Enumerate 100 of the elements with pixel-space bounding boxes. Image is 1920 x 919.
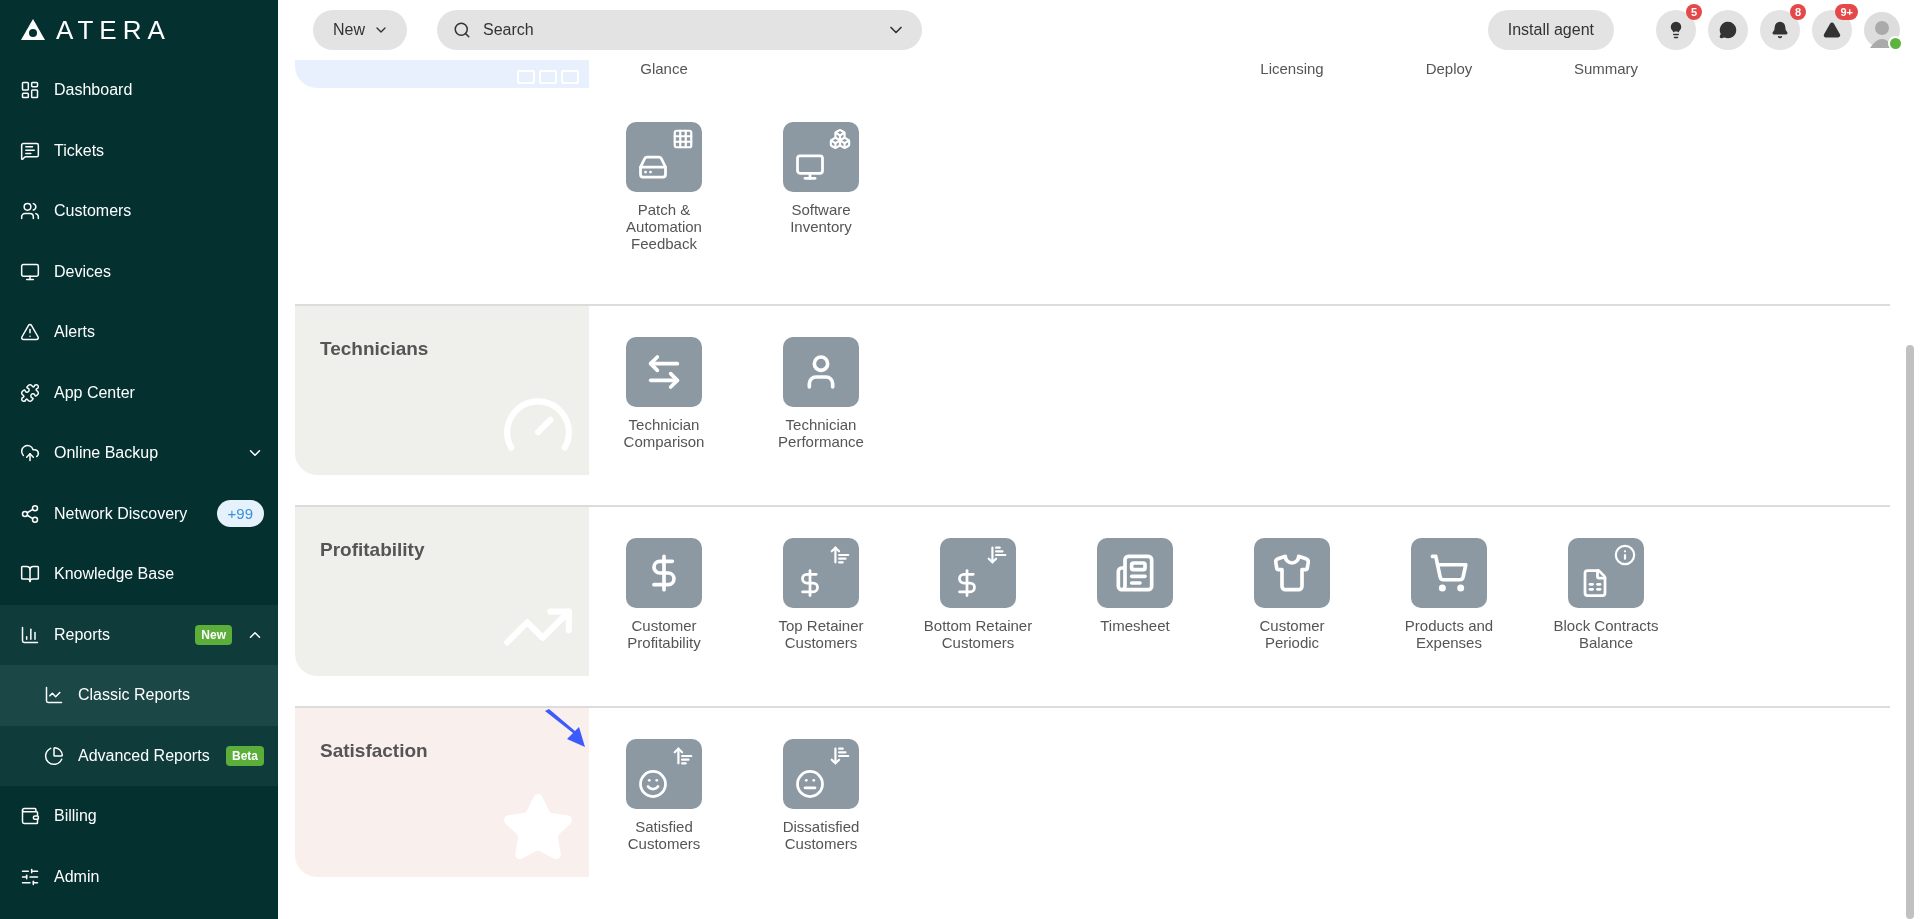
chat-button[interactable] xyxy=(1708,10,1748,50)
report-label: Glance xyxy=(640,60,688,77)
count-badge: +99 xyxy=(216,500,264,528)
user-avatar[interactable] xyxy=(1864,12,1900,48)
sidebar-label: Online Backup xyxy=(54,444,160,463)
report-tile[interactable]: Software Inventory xyxy=(746,122,896,252)
sidebar-item[interactable]: Devices xyxy=(0,241,278,302)
spreadsheet-icon xyxy=(1568,538,1644,608)
report-label: Customer Periodic xyxy=(1258,617,1326,651)
arrows-icon xyxy=(626,337,702,407)
sidebar-item[interactable]: Advanced Reports Beta xyxy=(0,725,278,786)
warning-icon xyxy=(20,322,40,343)
sidebar-item[interactable]: Knowledge Base xyxy=(0,544,278,605)
chat-icon xyxy=(1719,21,1737,39)
shirt-icon xyxy=(1254,538,1330,608)
scrollbar-thumb[interactable] xyxy=(1906,345,1914,919)
smiley-sort-up-icon xyxy=(626,739,702,809)
sidebar-label: Advanced Reports xyxy=(78,746,211,765)
sidebar-item[interactable]: Admin xyxy=(0,846,278,907)
warning-icon xyxy=(1823,21,1841,39)
sidebar-item[interactable]: Network Discovery +99 xyxy=(0,483,278,544)
cart-icon xyxy=(1411,538,1487,608)
sidebar-label: Customers xyxy=(54,202,133,221)
search-field[interactable]: Search xyxy=(437,10,922,50)
report-tile[interactable]: Technician Comparison xyxy=(589,337,739,450)
sheet-icon xyxy=(1097,538,1173,608)
person-icon xyxy=(783,337,859,407)
sidebar-label: Dashboard xyxy=(54,81,134,100)
report-tile[interactable]: Technician Performance xyxy=(746,337,896,450)
report-tile[interactable]: Bottom Retainer Customers xyxy=(903,538,1053,651)
hard-drive-icon xyxy=(626,122,702,192)
sidebar-item[interactable]: Customers xyxy=(0,181,278,242)
users-icon xyxy=(20,201,40,222)
puzzle-icon xyxy=(20,382,40,403)
sidebar-item[interactable]: Billing xyxy=(0,786,278,847)
bell-button[interactable] xyxy=(1760,10,1800,50)
count-badge: 9+ xyxy=(1835,4,1858,20)
report-label: Customer Profitability xyxy=(626,617,702,651)
sidebar-label: Network Discovery xyxy=(54,504,189,523)
sidebar-label: App Center xyxy=(54,383,136,402)
sidebar-item[interactable]: Online Backup xyxy=(0,423,278,484)
report-label: Deploy xyxy=(1425,60,1473,77)
sidebar-label: Tickets xyxy=(54,141,106,160)
monitor-icon xyxy=(783,122,859,192)
category-title: Satisfaction xyxy=(320,740,429,762)
logo-text: ATERA xyxy=(56,14,171,46)
sidebar-label: Reports xyxy=(54,625,112,644)
report-label: Software Inventory xyxy=(789,201,853,235)
category-title: Technicians xyxy=(320,338,430,360)
report-label: Bottom Retainer Customers xyxy=(922,617,1034,651)
report-label: Top Retainer Customers xyxy=(777,617,865,651)
report-label: Block Contracts Balance xyxy=(1552,617,1660,651)
sliders-icon xyxy=(20,866,40,887)
sidebar-label: Admin xyxy=(54,867,101,886)
sidebar-item[interactable]: Tickets xyxy=(0,120,278,181)
line-chart-icon xyxy=(44,685,64,706)
report-tile[interactable]: Products and Expenses xyxy=(1374,538,1524,651)
bell-icon xyxy=(1771,21,1789,39)
sidebar-item[interactable]: Classic Reports xyxy=(0,665,278,726)
book-icon xyxy=(20,564,40,585)
report-tile[interactable]: Satisfied Customers xyxy=(589,739,739,852)
count-badge: 5 xyxy=(1685,4,1702,20)
report-tile[interactable]: Customer Periodic xyxy=(1217,538,1367,651)
sidebar-label: Billing xyxy=(54,807,98,826)
report-label: Licensing xyxy=(1260,60,1324,77)
report-tile[interactable]: Top Retainer Customers xyxy=(746,538,896,651)
report-label: Dissatisfied Customers xyxy=(781,818,861,852)
neutral-face-sort-icon xyxy=(783,739,859,809)
report-label: Products and Expenses xyxy=(1403,617,1495,651)
sidebar-item[interactable]: Alerts xyxy=(0,302,278,363)
report-label: Technician Performance xyxy=(777,416,865,450)
bar-chart-icon xyxy=(20,624,40,645)
search-icon xyxy=(453,21,471,39)
sidebar-item[interactable]: Reports New xyxy=(0,604,278,665)
cloud-upload-icon xyxy=(20,443,40,464)
new-button[interactable]: New xyxy=(313,10,407,50)
report-tile[interactable]: Patch & Automation Feedback xyxy=(589,122,739,252)
lightbulb-button[interactable] xyxy=(1656,10,1696,50)
report-label: Summary xyxy=(1573,60,1639,77)
search-input[interactable]: Search xyxy=(481,20,876,40)
report-tile[interactable]: Customer Profitability xyxy=(589,538,739,651)
logo-icon xyxy=(20,18,46,42)
sidebar-item[interactable]: Dashboard xyxy=(0,60,278,121)
wallet-icon xyxy=(20,806,40,827)
monitor-icon xyxy=(20,261,40,282)
report-label: Patch & Automation Feedback xyxy=(625,201,703,252)
report-tile[interactable]: Dissatisfied Customers xyxy=(746,739,896,852)
report-label: Technician Comparison xyxy=(622,416,706,450)
network-icon xyxy=(20,503,40,524)
report-tile[interactable]: Block Contracts Balance xyxy=(1531,538,1681,651)
install-agent-button[interactable]: Install agent xyxy=(1487,10,1614,50)
sidebar-label: Alerts xyxy=(54,323,96,342)
message-icon xyxy=(20,140,40,161)
pie-chart-icon xyxy=(44,745,64,766)
sidebar-item[interactable]: App Center xyxy=(0,362,278,423)
warning-button[interactable] xyxy=(1812,10,1852,50)
report-label: Satisfied Customers xyxy=(626,818,702,852)
report-tile[interactable]: Timesheet xyxy=(1060,538,1210,651)
dollar-sort-up-icon xyxy=(783,538,859,608)
dollar-icon xyxy=(626,538,702,608)
